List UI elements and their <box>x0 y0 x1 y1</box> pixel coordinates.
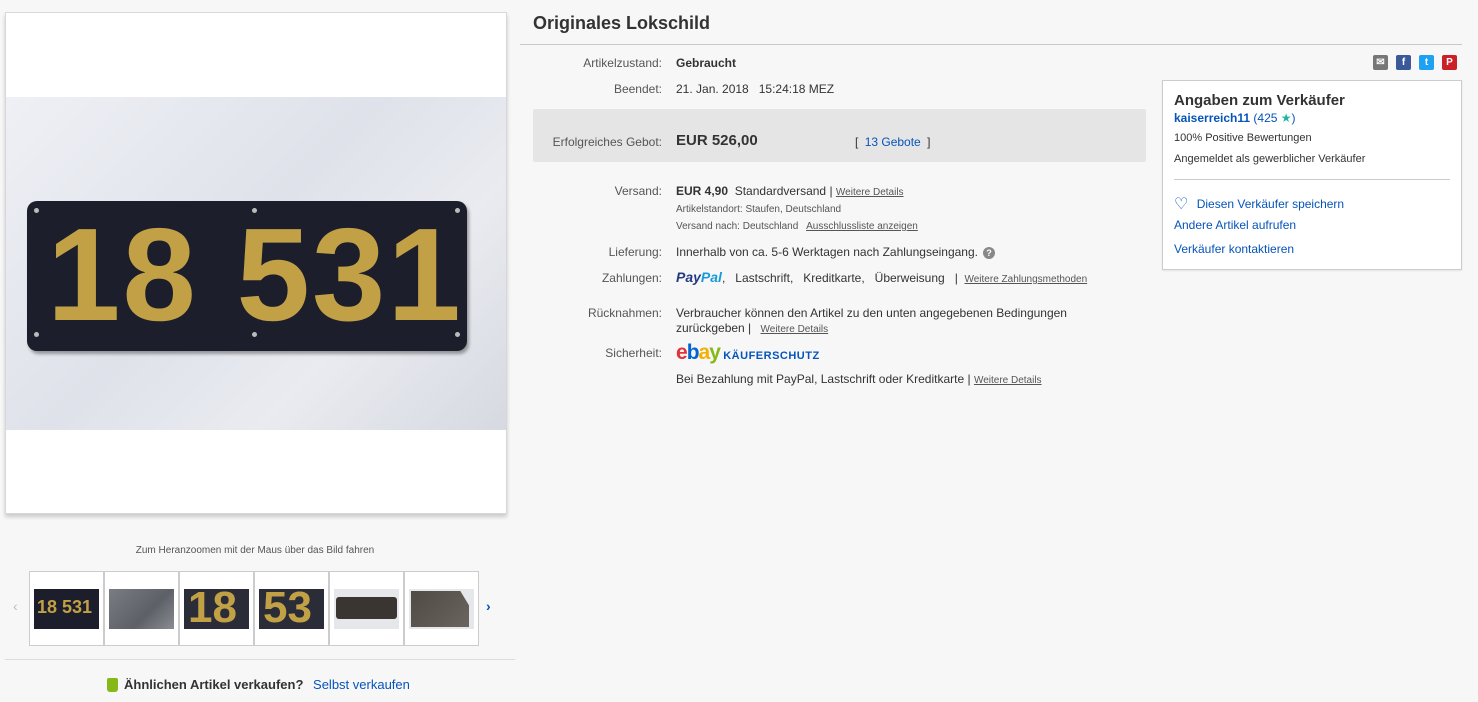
seller-name-link[interactable]: kaiserreich11 <box>1174 111 1250 125</box>
bid-bracket-open: [ <box>855 135 859 149</box>
pinterest-share-icon[interactable]: P <box>1442 55 1457 70</box>
returns-value-2: zurückgeben | Weitere Details <box>676 321 828 335</box>
thumbnail-5[interactable] <box>329 571 404 646</box>
sell-similar-question: Ähnlichen Artikel verkaufen? <box>124 677 304 692</box>
ships-to-label: Versand nach: <box>676 221 740 232</box>
ebay-logo: ebay <box>676 341 721 364</box>
other-items-link[interactable]: Andere Artikel aufrufen <box>1174 218 1296 232</box>
price-tag-icon <box>107 678 118 692</box>
thumb-label: 53 <box>263 589 312 629</box>
ships-to: Versand nach: Deutschland Ausschlusslist… <box>676 221 918 232</box>
item-location: Artikelstandort: Staufen, Deutschland <box>676 204 841 215</box>
thumb-prev-icon[interactable]: ‹ <box>13 598 18 614</box>
email-share-icon[interactable]: ✉ <box>1373 55 1388 70</box>
thumbnail-6[interactable] <box>404 571 479 646</box>
payment-methods: PayPal, Lastschrift, Kreditkarte, Überwe… <box>676 269 1087 285</box>
security-label: Sicherheit: <box>605 346 662 360</box>
more-payment-link[interactable]: Weitere Zahlungsmethoden <box>964 274 1087 285</box>
loco-plate: 18 531 <box>27 201 467 351</box>
save-seller-row[interactable]: ♡ Diesen Verkäufer speichern <box>1174 194 1344 214</box>
returns-label: Rücknahmen: <box>587 306 662 320</box>
sell-yourself-link[interactable]: Selbst verkaufen <box>313 677 410 692</box>
security-text: Bei Bezahlung mit PayPal, Lastschrift od… <box>676 372 971 386</box>
main-photo[interactable]: 18 531 <box>6 97 506 430</box>
zoom-hint: Zum Heranzoomen mit der Maus über das Bi… <box>135 545 375 556</box>
ended-label: Beendet: <box>613 82 662 96</box>
twitter-share-icon[interactable]: t <box>1419 55 1434 70</box>
help-icon[interactable]: ? <box>982 247 995 259</box>
shipping-details-link[interactable]: Weitere Details <box>836 187 904 198</box>
bid-bracket-close: ] <box>927 135 931 149</box>
seller-divider <box>1174 179 1450 180</box>
shipping-value: EUR 4,90 Standardversand | Weitere Detai… <box>676 184 904 198</box>
star-icon: ★ <box>1280 111 1292 125</box>
main-image-frame[interactable]: 18 531 <box>5 12 507 514</box>
returns-text: zurückgeben | <box>676 321 752 335</box>
facebook-share-icon[interactable]: f <box>1396 55 1411 70</box>
thumbnail-1[interactable]: 18 531 <box>29 571 104 646</box>
security-value: Bei Bezahlung mit PayPal, Lastschrift od… <box>676 372 1042 386</box>
returns-details-link[interactable]: Weitere Details <box>761 324 829 335</box>
bid-count: [ 13 Gebote ] <box>855 135 930 149</box>
seller-rating[interactable]: (425 ★) <box>1250 111 1295 125</box>
seller-info-box: Angaben zum Verkäufer kaiserreich11 (425… <box>1162 80 1462 270</box>
payment-list: , Lastschrift, Kreditkarte, Überweisung … <box>721 271 958 285</box>
sell-similar: Ähnlichen Artikel verkaufen? Selbst verk… <box>107 677 410 692</box>
seller-positive: 100% Positive Bewertungen <box>1174 132 1312 144</box>
delivery-value: Innerhalb von ca. 5-6 Werktagen nach Zah… <box>676 245 995 259</box>
returns-value-1: Verbraucher können den Artikel zu den un… <box>676 306 1067 320</box>
security-details-link[interactable]: Weitere Details <box>974 375 1042 386</box>
bid-value: EUR 526,00 <box>676 132 758 149</box>
divider <box>5 659 515 660</box>
thumb-label: 18 531 <box>37 597 93 617</box>
delivery-text: Innerhalb von ca. 5-6 Werktagen nach Zah… <box>676 245 978 259</box>
shipping-method: Standardversand <box>734 184 827 198</box>
thumb-next-icon[interactable]: › <box>486 598 491 614</box>
payment-label: Zahlungen: <box>601 271 662 285</box>
contact-seller-link[interactable]: Verkäufer kontaktieren <box>1174 242 1294 256</box>
bid-label: Erfolgreiches Gebot: <box>552 135 662 149</box>
bid-count-link[interactable]: 13 Gebote <box>865 135 921 149</box>
title-divider <box>520 44 1462 45</box>
seller-business: Angemeldet als gewerblicher Verkäufer <box>1174 153 1366 165</box>
thumb-label: 18 <box>188 589 237 629</box>
thumbnail-3[interactable]: 18 <box>179 571 254 646</box>
ebay-buyer-protection: ebay KÄUFERSCHUTZ <box>676 341 820 365</box>
delivery-label: Lieferung: <box>608 245 662 259</box>
shipping-label: Versand: <box>614 184 662 198</box>
exclusion-list-link[interactable]: Ausschlussliste anzeigen <box>806 221 918 232</box>
thumbnail-4[interactable]: 53 <box>254 571 329 646</box>
page-title: Originales Lokschild <box>533 13 711 33</box>
item-location-label: Artikelstandort: <box>676 204 743 215</box>
heart-icon: ♡ <box>1174 196 1189 213</box>
thumbnail-2[interactable] <box>104 571 179 646</box>
condition-value: Gebraucht <box>676 56 737 70</box>
save-seller-link[interactable]: Diesen Verkäufer speichern <box>1197 197 1344 211</box>
ships-to-value: Deutschland <box>742 221 799 232</box>
seller-name-row: kaiserreich11 (425 ★) <box>1174 111 1296 125</box>
seller-heading: Angaben zum Verkäufer <box>1174 92 1345 109</box>
condition-label: Artikelzustand: <box>583 56 662 70</box>
shipping-separator: | <box>829 184 833 198</box>
buyer-protection-label: KÄUFERSCHUTZ <box>723 350 820 362</box>
item-location-value: Staufen, Deutschland <box>745 204 842 215</box>
ended-value: 21. Jan. 2018 15:24:18 MEZ <box>676 82 835 96</box>
paypal-logo: PayPal <box>676 269 722 285</box>
shipping-price: EUR 4,90 <box>676 184 729 198</box>
plate-number: 18 531 <box>47 201 463 348</box>
